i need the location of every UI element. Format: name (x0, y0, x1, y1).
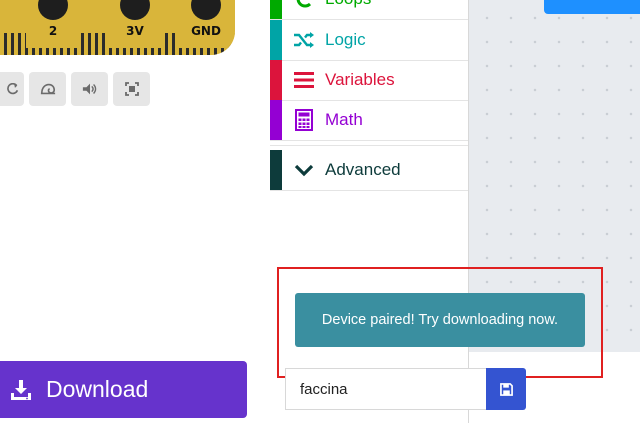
pin-hole (120, 0, 150, 20)
calculator-icon (291, 109, 317, 131)
pin-3v[interactable]: 3V (108, 0, 162, 48)
simulator-panel: 2 3V GND Download (0, 0, 270, 423)
restart-icon (6, 82, 18, 94)
variables-icon (291, 71, 317, 89)
workspace-block[interactable] (544, 0, 640, 14)
restart-button[interactable] (0, 72, 24, 106)
notification-toast: Device paired! Try downloading now. (295, 293, 585, 347)
category-color-stripe (270, 100, 282, 140)
microbit-board[interactable]: 2 3V GND (0, 0, 235, 55)
toolbox: Loops Logic (270, 0, 469, 423)
category-color-stripe (270, 60, 282, 100)
sound-icon (82, 83, 96, 95)
category-color-stripe (270, 0, 282, 19)
save-icon (499, 382, 513, 396)
pin-gnd[interactable]: GND (179, 0, 233, 48)
category-label: Advanced (325, 160, 401, 179)
pin-label: GND (191, 24, 221, 38)
pin-hole (38, 0, 68, 20)
category-color-stripe (270, 150, 282, 190)
toolbox-category-logic[interactable]: Logic (270, 20, 468, 61)
download-label: Download (46, 376, 149, 402)
chevron-down-icon (291, 163, 317, 177)
mute-button[interactable] (71, 72, 108, 106)
category-label: Logic (325, 30, 366, 49)
category-label: Loops (325, 0, 371, 9)
shuffle-icon (291, 31, 317, 49)
fullscreen-icon (124, 82, 139, 96)
pin-label: 3V (126, 24, 144, 38)
project-name-input[interactable] (285, 368, 486, 410)
download-icon (11, 379, 31, 400)
category-label: Variables (325, 70, 395, 89)
fullscreen-button[interactable] (113, 72, 150, 106)
slow-motion-button[interactable] (29, 72, 66, 106)
pin-hole (191, 0, 221, 20)
pin-label: 2 (48, 24, 58, 38)
toolbox-category-variables[interactable]: Variables (270, 60, 468, 101)
toast-message: Device paired! Try downloading now. (321, 312, 559, 328)
toolbox-category-loops[interactable]: Loops (270, 0, 468, 20)
category-label: Math (325, 110, 363, 129)
save-button[interactable] (486, 368, 526, 410)
category-color-stripe (270, 20, 282, 60)
toolbox-category-advanced[interactable]: Advanced (270, 150, 468, 191)
simulator-toolbar (0, 72, 150, 106)
toolbox-divider (270, 145, 468, 146)
slow-motion-icon (40, 83, 55, 95)
toolbox-category-math[interactable]: Math (270, 100, 468, 141)
pin-2[interactable]: 2 (26, 0, 80, 48)
loop-icon (291, 0, 317, 9)
download-button[interactable]: Download (0, 361, 247, 418)
